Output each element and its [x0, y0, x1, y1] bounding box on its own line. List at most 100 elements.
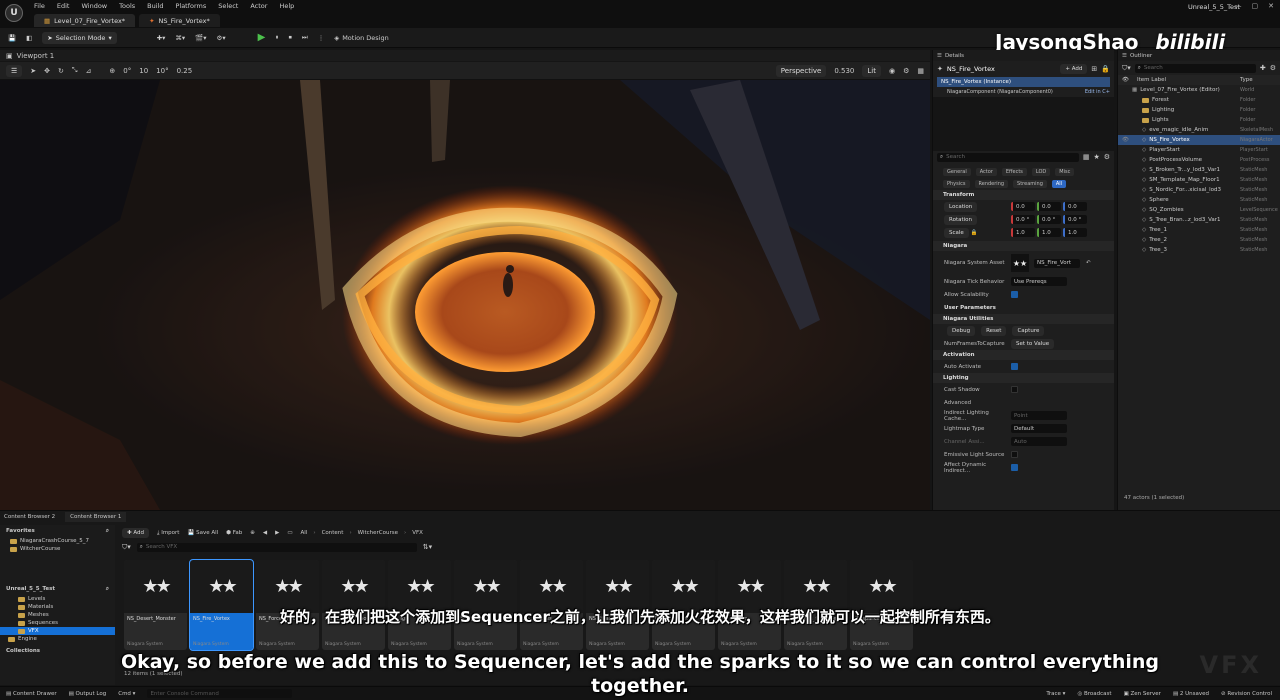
save-all-button[interactable]: 💾 Save All	[187, 530, 218, 536]
motion-design-button[interactable]: ◈ Motion Design	[334, 34, 389, 42]
back-arrow-icon[interactable]: ◀	[263, 530, 267, 536]
lightmap-type-dropdown[interactable]: Default	[1011, 424, 1067, 433]
allow-scalability-checkbox[interactable]	[1011, 291, 1018, 298]
camera-speed[interactable]: 0.530	[834, 67, 854, 75]
outliner-row[interactable]: 👁 ◇ NS_Fire_Vortex NiagaraActor	[1118, 135, 1280, 145]
skip-icon[interactable]: ⏭	[302, 33, 308, 42]
filter-rendering[interactable]: Rendering	[974, 180, 1009, 188]
tab-content-browser-2[interactable]: Content Browser 2	[4, 514, 55, 520]
angle-snap-value[interactable]: 10°	[156, 67, 168, 75]
favorite-star-icon[interactable]: ★	[1093, 153, 1099, 161]
outliner-row[interactable]: ◇ S_Tree_Bran...z_lod3_Var1 StaticMesh	[1118, 215, 1280, 225]
lock-icon[interactable]: 🔒	[1101, 65, 1110, 73]
grid-snap-value[interactable]: 10	[139, 67, 148, 75]
filter-misc[interactable]: Misc	[1055, 168, 1075, 176]
breadcrumb-item[interactable]: VFX	[412, 530, 423, 536]
filter-icon[interactable]: ⛉▾	[1122, 64, 1131, 73]
menu-item-platforms[interactable]: Platforms	[175, 2, 206, 10]
table-view-icon[interactable]: ▦	[1083, 153, 1090, 161]
menu-item-actor[interactable]: Actor	[250, 2, 267, 10]
menu-item-edit[interactable]: Edit	[57, 2, 70, 10]
scale-snap-value[interactable]: 0.25	[177, 67, 193, 75]
niagara-section-header[interactable]: Niagara	[933, 241, 1114, 251]
outliner-row[interactable]: ◇ S_Broken_Tr...y_lod3_Var1 StaticMesh	[1118, 165, 1280, 175]
outliner-search-input[interactable]: ⌕ Search	[1134, 63, 1256, 73]
edit-in-cpp-link[interactable]: Edit in C+	[1085, 89, 1110, 95]
menu-item-tools[interactable]: Tools	[119, 2, 135, 10]
surface-snap-icon[interactable]: ⊿	[86, 67, 92, 75]
realtime-icon[interactable]: ⚙	[903, 67, 909, 75]
save-icon[interactable]: 💾	[8, 34, 16, 42]
set-to-value-button[interactable]: Set to Value	[1011, 338, 1055, 349]
viewport-menu-button[interactable]: ☰	[6, 64, 23, 77]
channel-assign-dropdown[interactable]: Auto	[1011, 437, 1067, 446]
location-y-field[interactable]: 0.0	[1037, 202, 1061, 211]
menu-item-window[interactable]: Window	[81, 2, 107, 10]
lighting-header[interactable]: Lighting	[933, 373, 1114, 383]
debug-button[interactable]: Debug	[947, 325, 976, 336]
outliner-row[interactable]: ◇ Tree_3 StaticMesh	[1118, 245, 1280, 255]
favorites-header[interactable]: Favorites	[6, 528, 35, 534]
play-button[interactable]: ▶	[258, 32, 266, 43]
history-icon[interactable]: ⊕	[250, 530, 255, 536]
location-z-field[interactable]: 0.0	[1063, 202, 1087, 211]
breadcrumb-item[interactable]: All	[301, 530, 308, 536]
rotation-dropdown[interactable]: Rotation	[944, 214, 978, 225]
visibility-icon[interactable]: 👁	[1122, 137, 1129, 143]
tick-behavior-dropdown[interactable]: Use Prereqs	[1011, 277, 1067, 286]
outliner-row[interactable]: ◇ Tree_1 StaticMesh	[1118, 225, 1280, 235]
close-button[interactable]: ✕	[1268, 2, 1274, 10]
advanced-toggle[interactable]: Advanced	[933, 400, 1011, 406]
actor-name[interactable]: NS_Fire_Vortex	[947, 65, 995, 73]
fav-item[interactable]: NiagaraCrashCourse_5_7	[0, 537, 115, 545]
add-icon[interactable]: ✚	[1260, 64, 1266, 72]
system-asset-picker[interactable]: NS_Fire_Vort	[1034, 258, 1080, 268]
level-viewport[interactable]	[0, 80, 930, 510]
unreal-logo[interactable]: U	[5, 4, 23, 22]
settings-icon[interactable]: ⚙	[1104, 153, 1110, 161]
selection-mode-dropdown[interactable]: ➤ Selection Mode ▾	[42, 31, 117, 44]
outliner-row[interactable]: ◇ S_Nordic_For...xicisal_lod3 StaticMesh	[1118, 185, 1280, 195]
menu-item-build[interactable]: Build	[147, 2, 163, 10]
fav-item[interactable]: WitcherCourse	[0, 545, 115, 553]
reset-button[interactable]: Reset	[981, 325, 1007, 336]
outliner-row[interactable]: Lighting Folder	[1118, 105, 1280, 115]
lit-dropdown[interactable]: Lit	[862, 64, 881, 77]
stop-button[interactable]: ⏹	[289, 33, 292, 42]
add-actor-icon[interactable]: ✚▾	[157, 34, 166, 42]
cinematics-icon[interactable]: 🎬▾	[195, 34, 206, 42]
scale-x-field[interactable]: 1.0	[1011, 228, 1035, 237]
outliner-row[interactable]: ◇ SM_Template_Map_Floor1 StaticMesh	[1118, 175, 1280, 185]
tab-content-browser-1[interactable]: Content Browser 1	[65, 512, 127, 522]
search-icon[interactable]: ⌕	[106, 528, 109, 535]
details-tab[interactable]: ☰ Details	[933, 50, 1114, 61]
outliner-row[interactable]: ◇ PostProcessVolume PostProcess	[1118, 155, 1280, 165]
folder-icon[interactable]: ▭	[287, 530, 292, 536]
select-tool-icon[interactable]: ➤	[30, 67, 36, 75]
col-item-label[interactable]: Item Label	[1137, 77, 1166, 83]
col-type[interactable]: Type	[1240, 77, 1253, 83]
add-button[interactable]: ✚ Add	[122, 528, 150, 538]
folder-item[interactable]: Levels	[0, 595, 115, 603]
lock-icon[interactable]: 🔒	[971, 230, 978, 236]
breadcrumb-item[interactable]: Content	[322, 530, 344, 536]
user-parameters-header[interactable]: User Parameters	[933, 305, 1011, 311]
scale-z-field[interactable]: 1.0	[1063, 228, 1087, 237]
activation-header[interactable]: Activation	[933, 350, 1114, 360]
menu-item-file[interactable]: File	[34, 2, 45, 10]
engine-folder[interactable]: Engine	[0, 635, 115, 643]
show-flags-icon[interactable]: ◉	[889, 67, 895, 75]
location-x-field[interactable]: 0.0	[1011, 202, 1035, 211]
forward-arrow-icon[interactable]: ▶	[275, 530, 279, 536]
content-search-input[interactable]: ⌕ Search VFX	[136, 542, 417, 552]
niagara-utilities-header[interactable]: Niagara Utilities	[933, 314, 1114, 324]
viewport-tab[interactable]: ▣ Viewport 1	[0, 50, 930, 61]
outliner-row[interactable]: ◇ PlayerStart PlayerStart	[1118, 145, 1280, 155]
scale-tool-icon[interactable]: ⤡	[72, 66, 78, 75]
blueprint-icon[interactable]: ⌘▾	[175, 34, 185, 42]
visibility-icon[interactable]: 👁	[1122, 77, 1129, 83]
outliner-row[interactable]: ◇ eve_magic_idle_Anim SkeletalMesh	[1118, 125, 1280, 135]
menu-item-select[interactable]: Select	[218, 2, 238, 10]
scale-dropdown[interactable]: Scale	[944, 227, 969, 238]
outliner-row[interactable]: Lights Folder	[1118, 115, 1280, 125]
